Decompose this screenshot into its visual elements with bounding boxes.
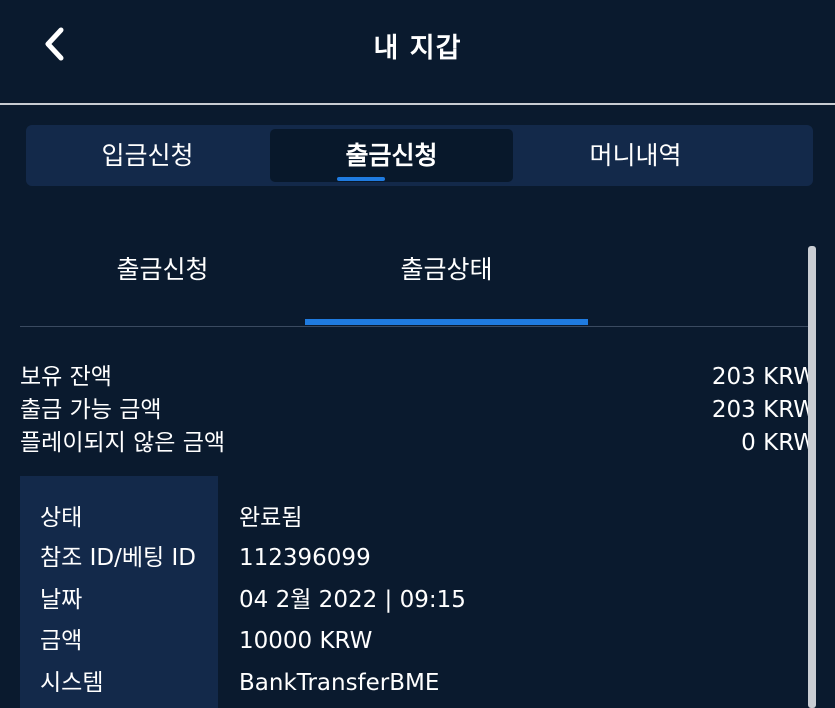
subtab-withdraw-request[interactable]: 출금신청 xyxy=(20,250,305,290)
detail-label: 시스템 xyxy=(40,670,104,696)
balance-label: 플레이되지 않은 금액 xyxy=(20,430,226,456)
main-tab-bar: 입금신청 출금신청 머니내역 xyxy=(26,125,813,186)
balance-row-held: 보유 잔액 203 KRW xyxy=(20,361,816,393)
subtab-withdraw-status[interactable]: 출금상태 xyxy=(305,250,588,290)
balance-row-unplayed: 플레이되지 않은 금액 0 KRW xyxy=(20,427,816,459)
detail-label: 상태 xyxy=(40,505,83,531)
subtab-divider xyxy=(20,326,815,327)
balance-row-withdrawable: 출금 가능 금액 203 KRW xyxy=(20,394,816,426)
tab-withdraw-request[interactable]: 출금신청 xyxy=(270,129,513,182)
tab-money-history[interactable]: 머니내역 xyxy=(514,129,757,182)
balance-label: 보유 잔액 xyxy=(20,364,112,390)
detail-label: 참조 ID/베팅 ID xyxy=(40,545,196,571)
balance-value: 203 KRW xyxy=(711,397,816,423)
detail-label: 금액 xyxy=(40,628,83,654)
detail-value: 04 2월 2022 | 09:15 xyxy=(239,587,466,613)
detail-value: 112396099 xyxy=(239,545,371,571)
active-subtab-indicator xyxy=(305,319,588,325)
detail-value: 완료됨 xyxy=(239,505,303,531)
scrollbar[interactable] xyxy=(808,246,816,708)
header-divider xyxy=(0,103,835,105)
detail-row-reference-id: 참조 ID/베팅 ID 112396099 xyxy=(20,538,810,578)
balance-value: 0 KRW xyxy=(741,430,816,456)
detail-value: 10000 KRW xyxy=(239,628,373,654)
balance-value: 203 KRW xyxy=(711,364,816,390)
tab-deposit-request[interactable]: 입금신청 xyxy=(26,129,269,182)
header: 내 지갑 xyxy=(0,0,835,103)
page-title: 내 지갑 xyxy=(373,33,462,64)
detail-row-date: 날짜 04 2월 2022 | 09:15 xyxy=(20,580,810,620)
withdrawal-detail-table: 상태 완료됨 참조 ID/베팅 ID 112396099 날짜 04 2월 20… xyxy=(20,476,810,708)
active-tab-indicator xyxy=(337,177,385,181)
wallet-screen: 내 지갑 입금신청 출금신청 머니내역 출금신청 출금상태 보유 잔액 203 … xyxy=(0,0,835,708)
detail-row-system: 시스템 BankTransferBME xyxy=(20,663,810,703)
detail-row-status: 상태 완료됨 xyxy=(20,498,810,538)
detail-row-amount: 금액 10000 KRW xyxy=(20,621,810,661)
detail-value: BankTransferBME xyxy=(239,670,440,696)
detail-label: 날짜 xyxy=(40,587,83,613)
balance-label: 출금 가능 금액 xyxy=(20,397,162,423)
